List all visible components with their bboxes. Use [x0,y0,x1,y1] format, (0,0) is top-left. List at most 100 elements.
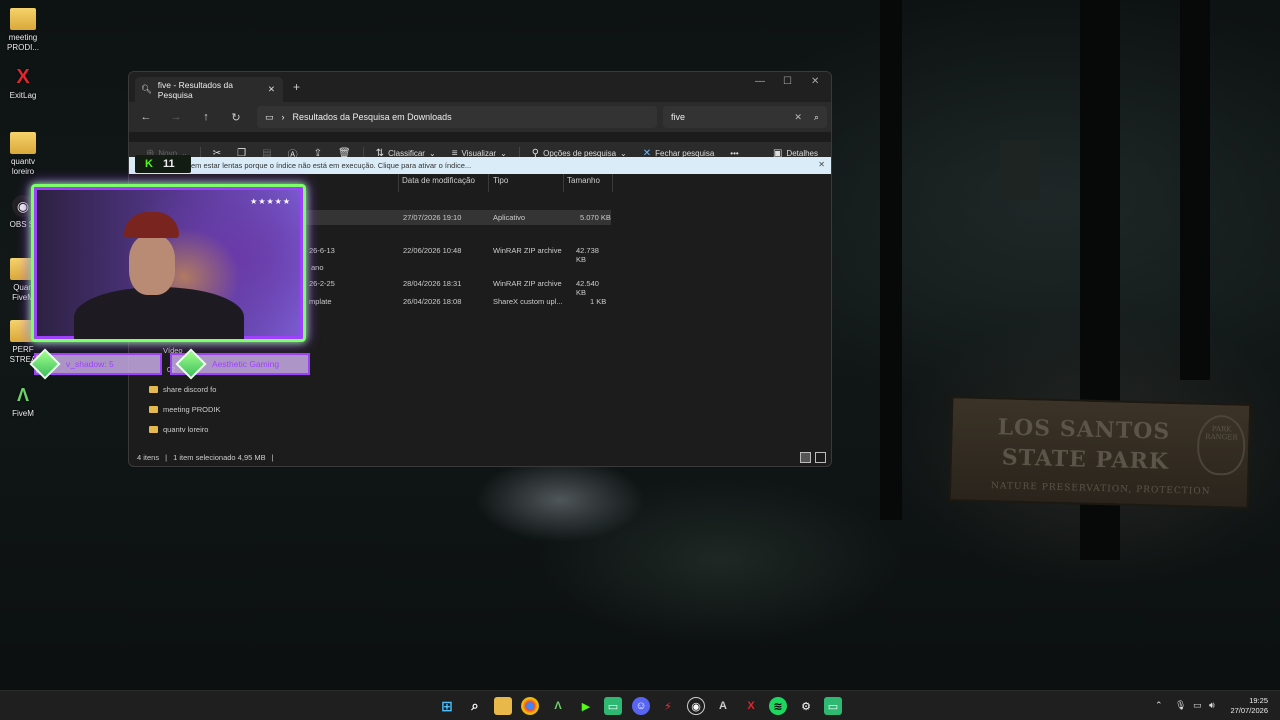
file-row[interactable]: 26-2-25 28/04/2026 18:31 WinRAR ZIP arch… [299,276,611,297]
desktop-icon-quantv[interactable]: quantv loreiro [4,132,42,177]
refresh-button[interactable]: ↻ [221,111,251,124]
tree-trunk [1180,0,1210,380]
maximize-button[interactable]: ☐ [783,76,792,87]
discord-icon[interactable]: ☺ [632,697,650,715]
desktop-icon-label: ExitLag [9,91,37,100]
close-tab-icon[interactable]: ✕ [268,84,275,95]
tab-search-results[interactable]: 🔍︎ five - Resultados da Pesquisa ✕ [135,77,283,102]
park-sign: LOS SANTOS STATE PARK NATURE PRESERVATIO… [948,396,1252,509]
close-window-button[interactable]: ✕ [811,76,819,87]
new-tab-button[interactable]: + [293,80,300,94]
clock[interactable]: 19:25 27/07/2026 [1230,696,1268,716]
address-text: Resultados da Pesquisa em Downloads [292,112,452,122]
kick-viewer-badge: K 11 [135,155,191,173]
desktop-icon-meeting[interactable]: meeting PRODI... [4,8,42,53]
volume-icon[interactable]: 🔊︎ [1209,700,1215,711]
file-date: 22/06/2026 10:48 [403,246,462,255]
search-input[interactable]: five ✕ ⌕ [663,106,827,128]
info-bar-text: em estar lentas porque o índice não está… [191,161,472,170]
file-size: 5.070 KB [580,213,611,222]
back-button[interactable]: ← [131,111,161,123]
breadcrumb-chevron-icon: › [281,112,285,122]
file-type: WinRAR ZIP archive [493,279,562,288]
search-value: five [671,112,686,122]
file-row[interactable]: 26-6-13 22/06/2026 10:48 WinRAR ZIP arch… [299,243,611,264]
file-size: 42.738 KB [576,246,599,264]
app-icon[interactable]: ▭ [824,697,842,715]
column-header-size[interactable]: Tamanho [567,176,600,185]
streamer-cap [124,212,179,238]
desktop-icon-exitlag[interactable]: X ExitLag [4,66,42,101]
address-bar[interactable]: ▭ › Resultados da Pesquisa em Downloads [257,106,657,128]
fivem-icon: Λ [16,385,29,405]
sidebar-item-meeting[interactable]: meeting PRODIK [149,405,221,414]
minimize-button[interactable]: — [755,76,765,87]
kick-icon[interactable]: ▶ [577,697,595,715]
column-divider [398,174,399,192]
rating-stars: ★★★★★ [250,197,291,206]
folder-icon [10,8,36,30]
obs-icon[interactable]: ◉ [687,697,705,715]
sign-line-3: NATURE PRESERVATION, PROTECTION [990,481,1211,497]
settings-gear-icon[interactable]: ⚙ [797,697,815,715]
file-row[interactable]: 27/07/2026 19:10 Aplicativo 5.070 KB [299,210,611,225]
clock-date: 27/07/2026 [1230,706,1268,715]
sidebar-item-label: meeting PRODIK [163,405,221,414]
search-icon[interactable]: ⌕ [466,697,484,715]
tab-title: five - Resultados da Pesquisa [157,79,233,100]
file-date: 28/04/2026 18:31 [403,279,462,288]
tree-trunk [880,0,902,520]
file-explorer-icon[interactable] [494,697,512,715]
forward-button[interactable]: → [161,111,191,123]
close-info-bar-icon[interactable]: ✕ [818,160,825,169]
search-icon[interactable]: ⌕ [814,112,819,123]
file-type: WinRAR ZIP archive [493,246,562,255]
app-launcher-icon[interactable]: A [714,697,732,715]
file-size: 1 KB [590,297,607,306]
folder-icon [149,426,158,433]
file-name: 26-6-13 [309,246,335,255]
desktop-icon-label: FiveM [12,409,34,418]
file-type: ShareX custom upl... [493,297,563,306]
folder-icon [149,386,158,393]
file-row[interactable]: mplate 26/04/2026 18:08 ShareX custom up… [299,294,611,309]
status-selected: 1 item selecionado 4,95 MB [173,453,266,462]
status-divider: | [165,453,168,462]
webcam-overlay: ★★★★★ [31,184,306,342]
monitor-icon[interactable]: ▭ [1193,700,1202,711]
status-bar: 4 itens | 1 item selecionado 4,95 MB | [137,453,274,462]
microphone-icon[interactable]: 🎙︎ [1175,700,1186,711]
sidebar-item-quantv[interactable]: quantv loreiro [149,425,208,434]
sidebar-item-share-discord[interactable]: share discord fo [149,385,216,394]
column-divider [488,174,489,192]
desktop-icon-fivem[interactable]: Λ FiveM [4,384,42,419]
group-header: ano [311,263,324,272]
app-icon[interactable]: ▭ [604,697,622,715]
status-divider: | [271,453,274,462]
bolt-icon[interactable]: ⚡ [659,697,677,715]
spotify-icon[interactable]: ≋ [769,697,787,715]
index-warning-bar[interactable]: em estar lentas porque o índice não está… [129,157,831,174]
chevron-up-icon[interactable]: ⌃ [1155,700,1163,711]
chrome-icon[interactable] [521,697,539,715]
fivem-icon[interactable]: Λ [549,697,567,715]
file-date: 27/07/2026 19:10 [403,213,462,222]
streamer-body [74,287,244,339]
desktop-icon-label: meeting PRODI... [6,33,39,52]
folder-icon [149,406,158,413]
exitlag-icon[interactable]: X [742,697,760,715]
clear-search-icon[interactable]: ✕ [794,112,802,123]
status-item-count: 4 itens [137,453,160,462]
column-divider [563,174,564,192]
details-view-button[interactable] [800,452,811,463]
start-windows-icon[interactable]: ⊞ [438,697,456,715]
watchtower [1000,140,1040,200]
file-date: 26/04/2026 18:08 [403,297,462,306]
exitlag-icon: X [16,66,30,88]
tiles-view-button[interactable] [815,452,826,463]
column-header-type[interactable]: Tipo [493,176,508,185]
up-button[interactable]: ↑ [191,111,221,123]
column-header-date[interactable]: Data de modificação [402,176,475,185]
ranger-badge: PARK RANGER [1196,414,1247,476]
sign-line-1: LOS SANTOS [997,414,1171,445]
